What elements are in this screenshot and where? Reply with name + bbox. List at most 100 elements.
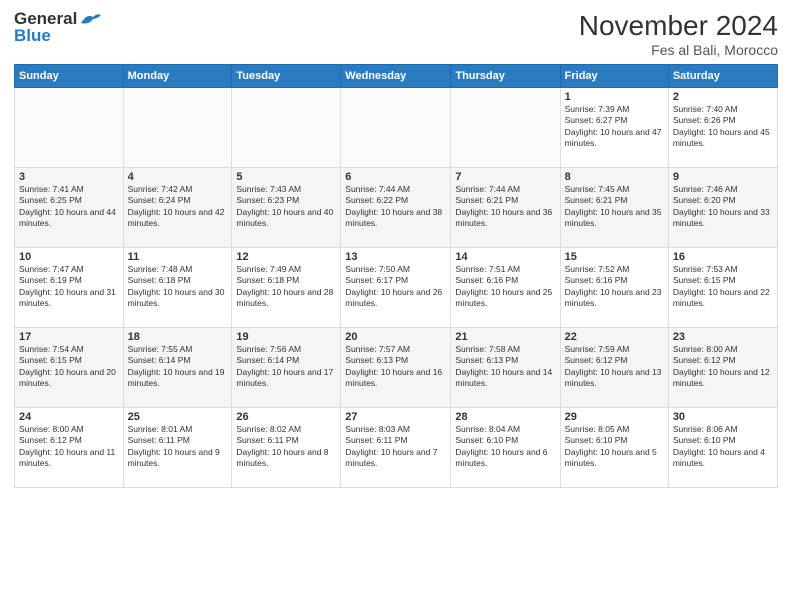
day-info: Sunrise: 7:52 AMSunset: 6:16 PMDaylight:… (565, 264, 664, 310)
week-row-4: 17Sunrise: 7:54 AMSunset: 6:15 PMDayligh… (15, 328, 778, 408)
day-number: 7 (455, 171, 555, 183)
calendar-cell: 16Sunrise: 7:53 AMSunset: 6:15 PMDayligh… (668, 248, 777, 328)
header-thursday: Thursday (451, 65, 560, 88)
month-title: November 2024 (579, 10, 778, 42)
header-saturday: Saturday (668, 65, 777, 88)
logo-bird-icon (79, 11, 101, 27)
calendar-cell: 20Sunrise: 7:57 AMSunset: 6:13 PMDayligh… (341, 328, 451, 408)
day-number: 24 (19, 411, 119, 423)
week-row-1: 1Sunrise: 7:39 AMSunset: 6:27 PMDaylight… (15, 88, 778, 168)
calendar-cell: 17Sunrise: 7:54 AMSunset: 6:15 PMDayligh… (15, 328, 124, 408)
day-info: Sunrise: 7:44 AMSunset: 6:22 PMDaylight:… (345, 184, 446, 230)
logo-blue: Blue (14, 27, 101, 46)
day-number: 29 (565, 411, 664, 423)
day-info: Sunrise: 7:49 AMSunset: 6:18 PMDaylight:… (236, 264, 336, 310)
day-info: Sunrise: 7:44 AMSunset: 6:21 PMDaylight:… (455, 184, 555, 230)
week-row-3: 10Sunrise: 7:47 AMSunset: 6:19 PMDayligh… (15, 248, 778, 328)
day-info: Sunrise: 7:51 AMSunset: 6:16 PMDaylight:… (455, 264, 555, 310)
calendar-cell (123, 88, 232, 168)
day-info: Sunrise: 7:59 AMSunset: 6:12 PMDaylight:… (565, 344, 664, 390)
calendar-cell: 19Sunrise: 7:56 AMSunset: 6:14 PMDayligh… (232, 328, 341, 408)
calendar-cell: 22Sunrise: 7:59 AMSunset: 6:12 PMDayligh… (560, 328, 668, 408)
week-row-5: 24Sunrise: 8:00 AMSunset: 6:12 PMDayligh… (15, 408, 778, 488)
calendar-cell: 23Sunrise: 8:00 AMSunset: 6:12 PMDayligh… (668, 328, 777, 408)
day-info: Sunrise: 7:53 AMSunset: 6:15 PMDaylight:… (673, 264, 773, 310)
calendar-cell: 25Sunrise: 8:01 AMSunset: 6:11 PMDayligh… (123, 408, 232, 488)
header-monday: Monday (123, 65, 232, 88)
day-number: 23 (673, 331, 773, 343)
day-info: Sunrise: 7:56 AMSunset: 6:14 PMDaylight:… (236, 344, 336, 390)
header-friday: Friday (560, 65, 668, 88)
day-info: Sunrise: 8:06 AMSunset: 6:10 PMDaylight:… (673, 424, 773, 470)
day-info: Sunrise: 7:55 AMSunset: 6:14 PMDaylight:… (128, 344, 228, 390)
day-info: Sunrise: 7:40 AMSunset: 6:26 PMDaylight:… (673, 104, 773, 150)
calendar-cell: 3Sunrise: 7:41 AMSunset: 6:25 PMDaylight… (15, 168, 124, 248)
day-number: 2 (673, 91, 773, 103)
day-info: Sunrise: 8:04 AMSunset: 6:10 PMDaylight:… (455, 424, 555, 470)
day-info: Sunrise: 8:01 AMSunset: 6:11 PMDaylight:… (128, 424, 228, 470)
calendar-cell: 24Sunrise: 8:00 AMSunset: 6:12 PMDayligh… (15, 408, 124, 488)
calendar-cell: 9Sunrise: 7:46 AMSunset: 6:20 PMDaylight… (668, 168, 777, 248)
day-number: 14 (455, 251, 555, 263)
day-info: Sunrise: 7:47 AMSunset: 6:19 PMDaylight:… (19, 264, 119, 310)
day-number: 8 (565, 171, 664, 183)
calendar-cell: 14Sunrise: 7:51 AMSunset: 6:16 PMDayligh… (451, 248, 560, 328)
calendar-cell: 4Sunrise: 7:42 AMSunset: 6:24 PMDaylight… (123, 168, 232, 248)
calendar-cell (232, 88, 341, 168)
calendar-cell: 30Sunrise: 8:06 AMSunset: 6:10 PMDayligh… (668, 408, 777, 488)
day-info: Sunrise: 7:57 AMSunset: 6:13 PMDaylight:… (345, 344, 446, 390)
header-wednesday: Wednesday (341, 65, 451, 88)
day-number: 30 (673, 411, 773, 423)
header-tuesday: Tuesday (232, 65, 341, 88)
day-number: 27 (345, 411, 446, 423)
calendar-cell: 8Sunrise: 7:45 AMSunset: 6:21 PMDaylight… (560, 168, 668, 248)
calendar-cell: 13Sunrise: 7:50 AMSunset: 6:17 PMDayligh… (341, 248, 451, 328)
day-number: 12 (236, 251, 336, 263)
day-info: Sunrise: 7:43 AMSunset: 6:23 PMDaylight:… (236, 184, 336, 230)
day-number: 19 (236, 331, 336, 343)
calendar-cell: 1Sunrise: 7:39 AMSunset: 6:27 PMDaylight… (560, 88, 668, 168)
calendar-cell (15, 88, 124, 168)
day-info: Sunrise: 7:42 AMSunset: 6:24 PMDaylight:… (128, 184, 228, 230)
day-number: 13 (345, 251, 446, 263)
day-number: 28 (455, 411, 555, 423)
day-number: 25 (128, 411, 228, 423)
calendar-cell (451, 88, 560, 168)
calendar-cell: 11Sunrise: 7:48 AMSunset: 6:18 PMDayligh… (123, 248, 232, 328)
day-info: Sunrise: 7:41 AMSunset: 6:25 PMDaylight:… (19, 184, 119, 230)
calendar-cell: 21Sunrise: 7:58 AMSunset: 6:13 PMDayligh… (451, 328, 560, 408)
day-info: Sunrise: 8:00 AMSunset: 6:12 PMDaylight:… (19, 424, 119, 470)
day-info: Sunrise: 7:45 AMSunset: 6:21 PMDaylight:… (565, 184, 664, 230)
day-info: Sunrise: 8:05 AMSunset: 6:10 PMDaylight:… (565, 424, 664, 470)
weekday-header-row: Sunday Monday Tuesday Wednesday Thursday… (15, 65, 778, 88)
day-number: 20 (345, 331, 446, 343)
calendar-cell: 15Sunrise: 7:52 AMSunset: 6:16 PMDayligh… (560, 248, 668, 328)
logo: General Blue (14, 10, 101, 45)
calendar-cell: 28Sunrise: 8:04 AMSunset: 6:10 PMDayligh… (451, 408, 560, 488)
day-number: 5 (236, 171, 336, 183)
header-sunday: Sunday (15, 65, 124, 88)
day-info: Sunrise: 7:54 AMSunset: 6:15 PMDaylight:… (19, 344, 119, 390)
calendar-cell: 18Sunrise: 7:55 AMSunset: 6:14 PMDayligh… (123, 328, 232, 408)
day-number: 1 (565, 91, 664, 103)
day-info: Sunrise: 7:39 AMSunset: 6:27 PMDaylight:… (565, 104, 664, 150)
day-number: 4 (128, 171, 228, 183)
calendar-cell: 12Sunrise: 7:49 AMSunset: 6:18 PMDayligh… (232, 248, 341, 328)
week-row-2: 3Sunrise: 7:41 AMSunset: 6:25 PMDaylight… (15, 168, 778, 248)
calendar-cell: 29Sunrise: 8:05 AMSunset: 6:10 PMDayligh… (560, 408, 668, 488)
calendar-cell (341, 88, 451, 168)
calendar-cell: 2Sunrise: 7:40 AMSunset: 6:26 PMDaylight… (668, 88, 777, 168)
calendar-cell: 26Sunrise: 8:02 AMSunset: 6:11 PMDayligh… (232, 408, 341, 488)
day-info: Sunrise: 8:02 AMSunset: 6:11 PMDaylight:… (236, 424, 336, 470)
day-number: 9 (673, 171, 773, 183)
title-section: November 2024 Fes al Bali, Morocco (579, 10, 778, 58)
day-number: 16 (673, 251, 773, 263)
calendar-cell: 27Sunrise: 8:03 AMSunset: 6:11 PMDayligh… (341, 408, 451, 488)
calendar-cell: 10Sunrise: 7:47 AMSunset: 6:19 PMDayligh… (15, 248, 124, 328)
day-info: Sunrise: 7:58 AMSunset: 6:13 PMDaylight:… (455, 344, 555, 390)
day-number: 26 (236, 411, 336, 423)
day-number: 22 (565, 331, 664, 343)
day-info: Sunrise: 8:03 AMSunset: 6:11 PMDaylight:… (345, 424, 446, 470)
day-number: 18 (128, 331, 228, 343)
day-number: 15 (565, 251, 664, 263)
